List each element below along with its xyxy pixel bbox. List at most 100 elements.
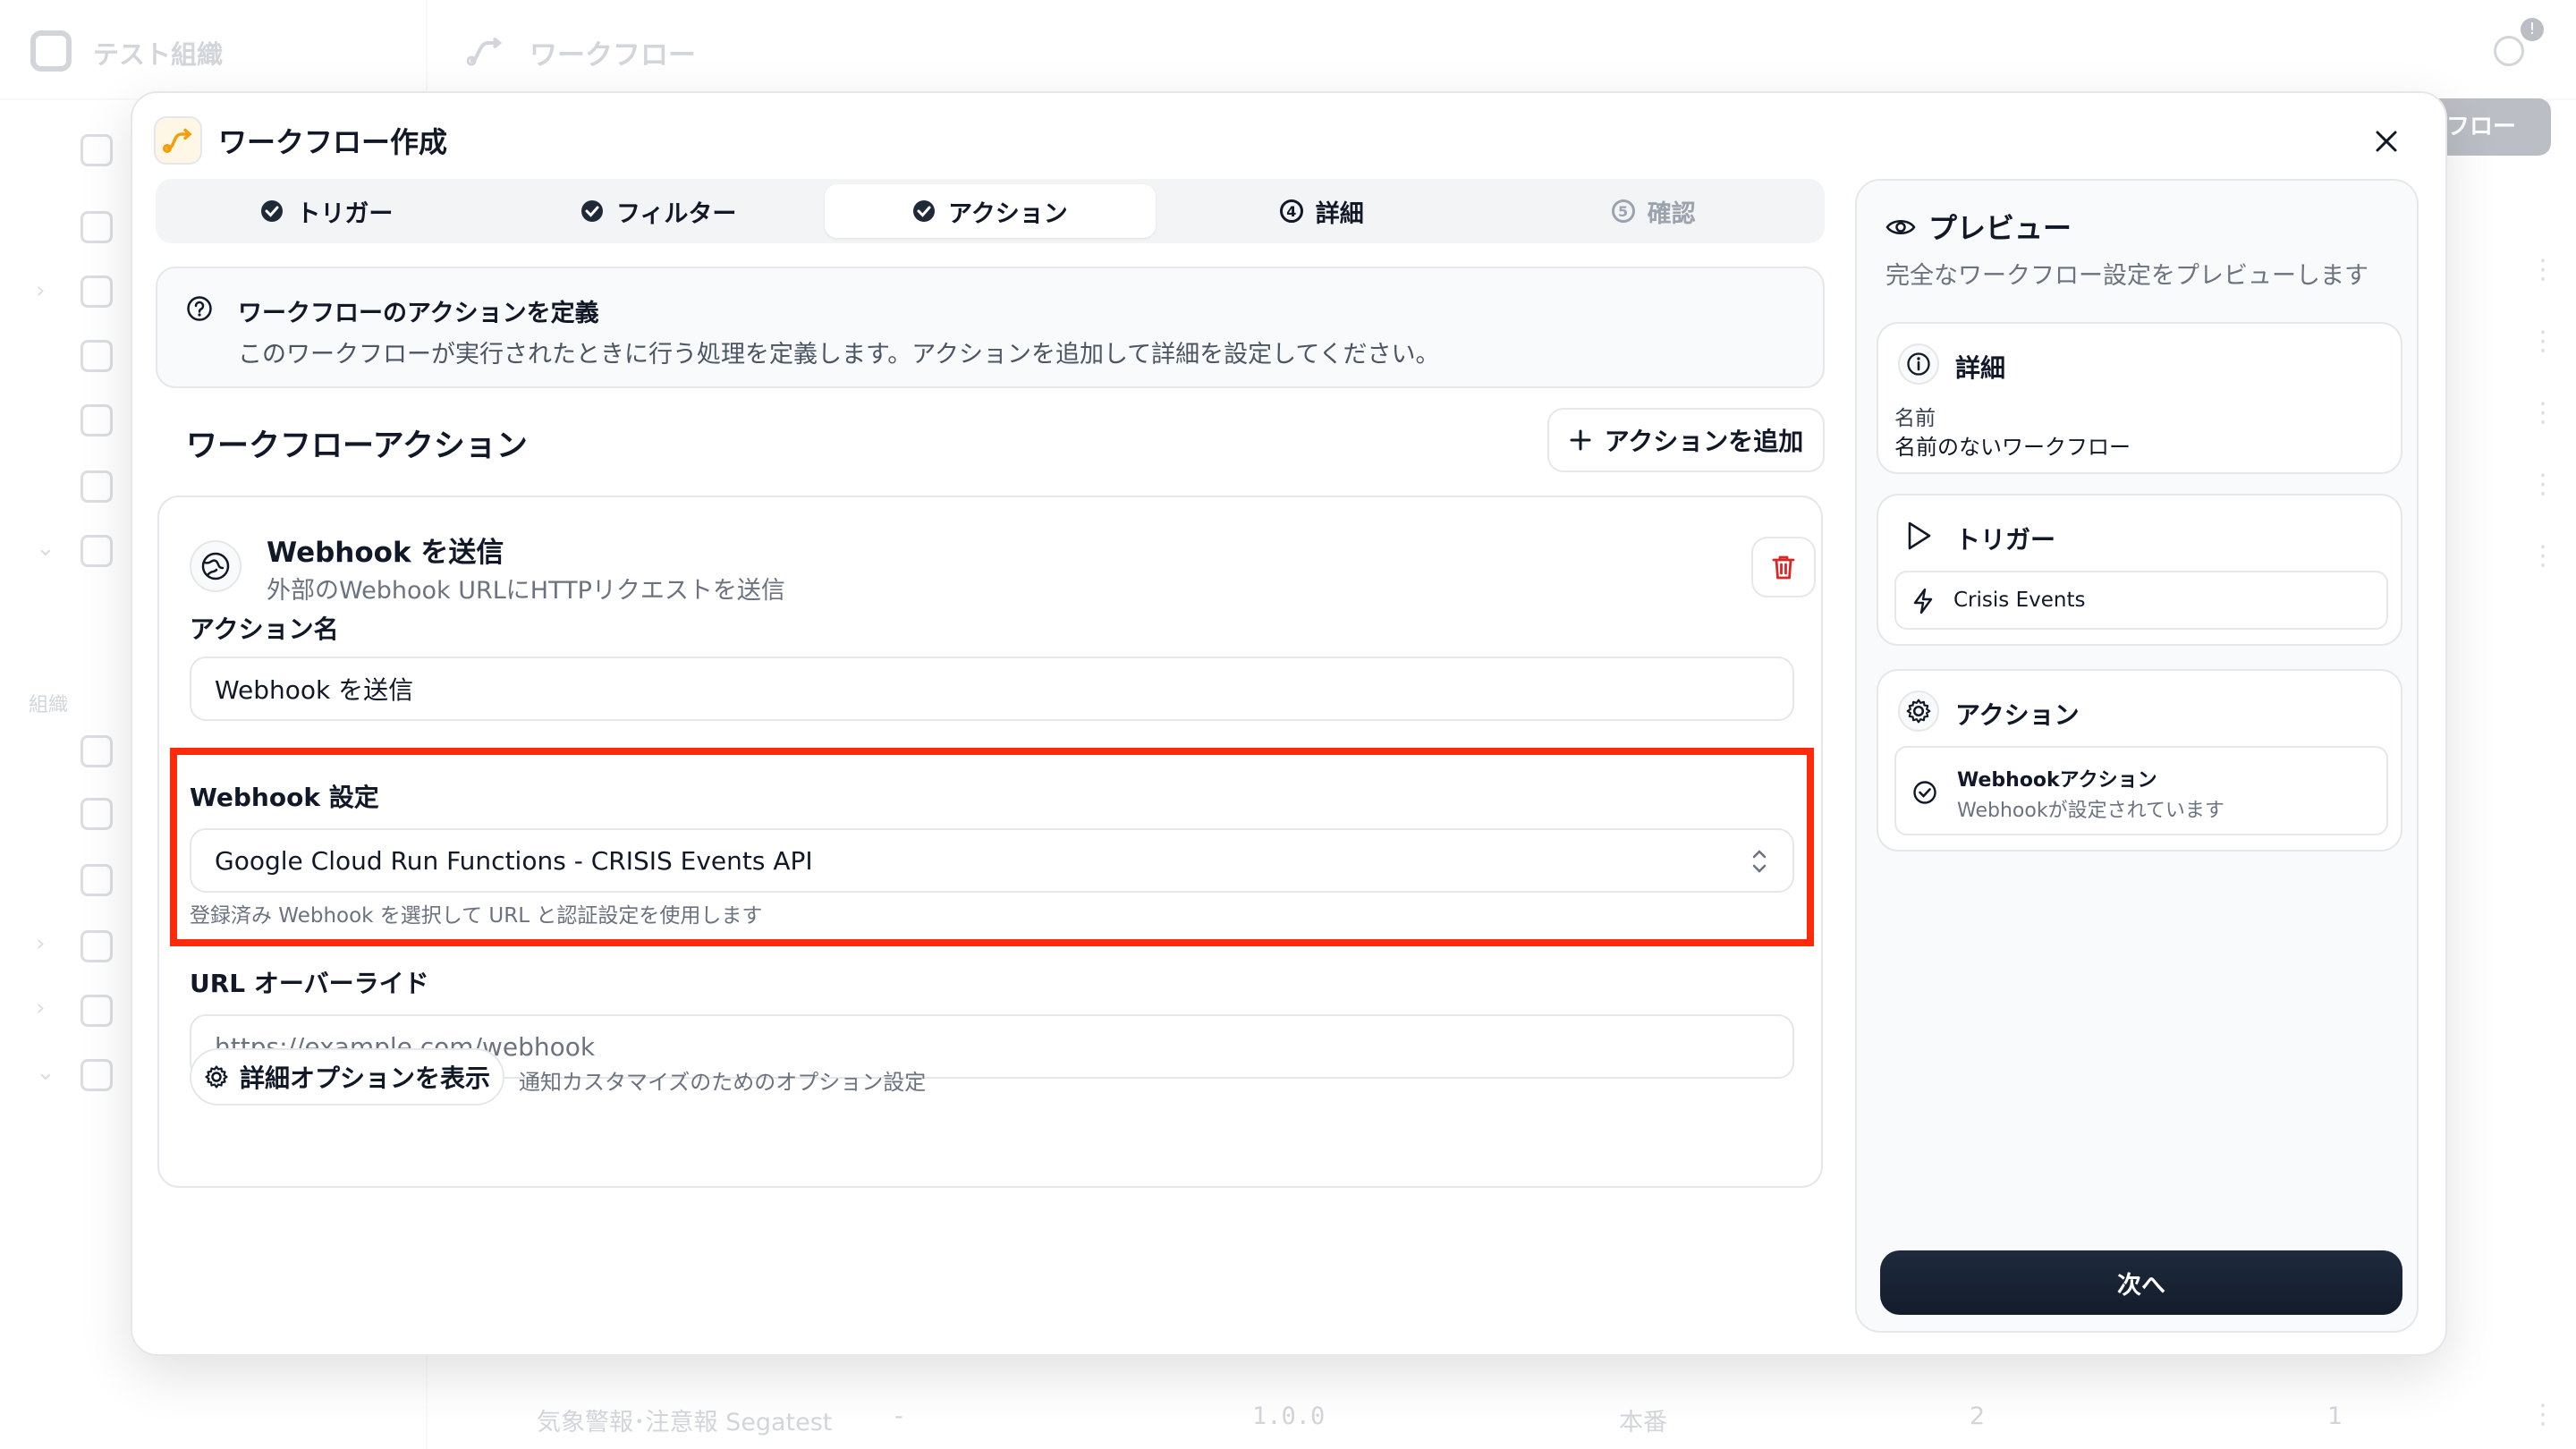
tab-details[interactable]: 4 詳細 [1156, 184, 1487, 238]
check-circle-icon [913, 200, 936, 222]
info-box: ワークフローのアクションを定義 このワークフローが実行されたときに行う処理を定義… [156, 267, 1825, 388]
lightning-icon [1913, 588, 1933, 614]
info-icon [1898, 343, 1939, 385]
preview-trigger-item: Crisis Events [1894, 571, 2388, 630]
preview-title: プレビュー [1928, 211, 2072, 245]
globe-icon [190, 540, 242, 592]
bg-row-kebab-icon: ⋮ [2529, 326, 2556, 357]
bg-row-count-a: 2 [1970, 1402, 1986, 1430]
dialog-title: ワークフロー作成 [218, 125, 448, 159]
info-description: このワークフローが実行されたときに行う処理を定義します。アクションを追加して詳細… [238, 341, 1440, 369]
bg-sidebar-team-icon [80, 798, 113, 830]
preview-action-item-title: Webhookアクション [1957, 769, 2157, 792]
bg-sidebar-chevron-down-icon-2: ⌄ [36, 1059, 55, 1086]
gear-icon [205, 1065, 228, 1089]
bg-sidebar-map-icon [80, 134, 113, 166]
add-action-button[interactable]: アクションを追加 [1547, 408, 1825, 472]
bg-row-name: 気象警報･注意報 Segatest [537, 1409, 833, 1436]
bg-notification-badge: ! [2521, 18, 2544, 41]
bg-sidebar-workflow-icon [80, 535, 113, 567]
bg-sidebar-users-icon [80, 735, 113, 767]
bg-row-kebab-icon: ⋮ [2529, 254, 2556, 285]
bg-sidebar-tree-icon [80, 995, 113, 1027]
preview-action-item-desc: Webhookが設定されています [1957, 800, 2224, 822]
show-advanced-options-button[interactable]: 詳細オプションを表示 [190, 1048, 504, 1106]
trash-icon [1772, 555, 1795, 580]
tab-confirm[interactable]: 5 確認 [1487, 184, 1819, 238]
show-advanced-options-label: 詳細オプションを表示 [239, 1063, 490, 1093]
preview-panel: プレビュー 完全なワークフロー設定をプレビューします 詳細 名前 名前のないワー… [1855, 179, 2419, 1333]
bg-workflow-icon [467, 36, 503, 66]
preview-action-card: アクション Webhookアクション Webhookが設定されています [1877, 669, 2402, 852]
preview-description: 完全なワークフロー設定をプレビューします [1885, 262, 2368, 290]
action-description: 外部のWebhook URLにHTTPリクエストを送信 [267, 577, 785, 605]
tab-label: アクション [948, 199, 1068, 228]
bg-sidebar-calendar-icon [80, 864, 113, 896]
bg-row-kebab-icon: ⋮ [2529, 1399, 2556, 1430]
section-title: ワークフローアクション [186, 428, 528, 464]
bg-org-name: テスト組織 [93, 39, 224, 70]
bg-row-count-b: 1 [2327, 1402, 2343, 1430]
info-title: ワークフローのアクションを定義 [238, 300, 599, 327]
step-number-icon: 4 [1279, 199, 1303, 223]
plus-icon [1570, 429, 1591, 451]
action-name-input[interactable]: Webhook を送信 [190, 657, 1794, 721]
bg-topbar [0, 0, 2576, 100]
tab-label: トリガー [296, 199, 394, 228]
step-indicator: トリガー フィルター アクション 4 詳細 5 確認 [156, 179, 1825, 243]
check-circle-icon [261, 200, 284, 222]
next-button[interactable]: 次へ [1880, 1250, 2402, 1315]
bg-row-kebab-icon: ⋮ [2529, 397, 2556, 428]
bg-row-env: 本番 [1619, 1409, 1667, 1436]
tab-action[interactable]: アクション [824, 184, 1157, 238]
highlight-annotation [170, 748, 1814, 946]
bg-avatar [2494, 36, 2524, 66]
tab-label: フィルター [615, 199, 737, 228]
bg-sidebar-chevron-icon-2: › [36, 930, 46, 957]
bg-sidebar-layers-icon [80, 340, 113, 372]
bg-sidebar-chevron-down-icon: ⌄ [36, 535, 55, 562]
workflow-create-dialog: ワークフロー作成 トリガー フィルター アクション 4 詳細 5 確認 ワークフ… [131, 91, 2447, 1356]
step-number-icon: 5 [1611, 199, 1635, 223]
tab-filter[interactable]: フィルター [493, 184, 825, 238]
tab-trigger[interactable]: トリガー [161, 184, 493, 238]
bg-sidebar-inbox-icon [80, 930, 113, 962]
check-circle-icon [1913, 781, 1936, 804]
bg-table-row: 気象警報･注意報 Segatest - 1.0.0 本番 2 1 [474, 1395, 2531, 1445]
bg-logo-icon [30, 30, 72, 72]
bg-sidebar-chevron-icon: › [36, 277, 46, 304]
tab-label: 確認 [1647, 199, 1696, 228]
bg-sidebar-building-icon [80, 470, 113, 503]
bg-page-title: ワークフロー [530, 39, 696, 72]
preview-trigger-title: トリガー [1955, 525, 2056, 555]
eye-icon [1885, 216, 1916, 238]
preview-details-title: 詳細 [1955, 353, 2006, 383]
delete-action-button[interactable] [1751, 537, 1816, 597]
preview-action-item: Webhookアクション Webhookが設定されています [1894, 746, 2388, 835]
close-icon [2376, 131, 2397, 152]
gear-icon [1898, 691, 1939, 732]
bg-sidebar-chevron-icon-3: › [36, 995, 46, 1021]
preview-trigger-card: トリガー Crisis Events [1877, 494, 2402, 646]
bg-row-version: 1.0.0 [1252, 1402, 1326, 1430]
preview-details-card: 詳細 名前 名前のないワークフロー [1877, 322, 2402, 474]
bg-sidebar-home-icon [80, 211, 113, 243]
play-icon [1898, 515, 1939, 556]
bg-sidebar-gear-icon [80, 1059, 113, 1091]
action-name-label: アクション名 [190, 614, 339, 644]
preview-name-label: 名前 [1894, 407, 1936, 430]
close-button[interactable] [2368, 123, 2404, 159]
workflow-icon [154, 116, 202, 165]
bg-row-kebab-icon: ⋮ [2529, 540, 2556, 572]
bg-section-label: 組織 [29, 694, 69, 716]
preview-trigger-item-label: Crisis Events [1953, 589, 2086, 612]
tab-label: 詳細 [1315, 199, 1364, 228]
bg-row-dash: - [894, 1402, 903, 1430]
bg-row-kebab-icon: ⋮ [2529, 469, 2556, 500]
action-title: Webhook を送信 [267, 537, 504, 569]
preview-action-title: アクション [1955, 700, 2080, 730]
advanced-options-hint: 通知カスタマイズのためのオプション設定 [519, 1070, 927, 1095]
bg-sidebar-pen-icon [80, 404, 113, 436]
bg-sidebar-box-icon [80, 275, 113, 308]
preview-name-value: 名前のないワークフロー [1894, 435, 2131, 460]
